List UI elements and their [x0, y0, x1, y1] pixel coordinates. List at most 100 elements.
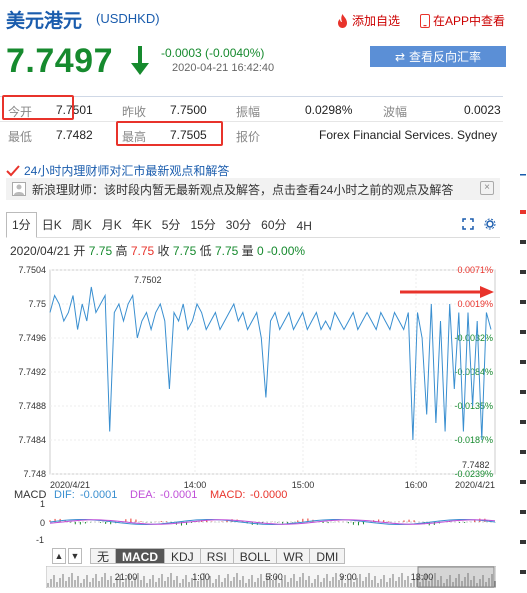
pct-tick-label: 0.0019%	[457, 299, 493, 309]
tab-30min[interactable]: 30分	[221, 216, 256, 237]
indicator-nav: ▲ ▼	[52, 548, 82, 564]
indicator-boll[interactable]: BOLL	[233, 548, 278, 564]
macd-dea-label: DEA:	[130, 489, 156, 501]
ohlc-close-label: 收	[157, 244, 170, 258]
ohlc-low: 7.75	[214, 244, 239, 258]
ohlc-high-label: 高	[115, 244, 128, 258]
indicator-tabs: 无 MACD KDJ RSI BOLL WR DMI	[90, 548, 346, 564]
ohlc-open-label: 开	[73, 244, 86, 258]
macd-macd-value: -0.0000	[250, 489, 287, 501]
add-watchlist-button[interactable]: 添加自选	[336, 12, 400, 29]
indicator-kdj[interactable]: KDJ	[165, 548, 201, 564]
indicator-dmi[interactable]: DMI	[310, 548, 346, 564]
settings-icon[interactable]	[484, 218, 496, 230]
y-tick-label: 7.7484	[18, 435, 46, 445]
advisor-info-text: 24小时内理财师对汇市最新观点和解答	[24, 164, 230, 178]
tab-15min[interactable]: 15分	[185, 216, 220, 237]
x-tick-label: 2020/4/21	[455, 480, 495, 490]
phone-icon	[420, 13, 430, 28]
close-icon[interactable]: ×	[480, 181, 494, 195]
stats-table: 今开 7.7501 昨收 7.7500 振幅 0.0298% 波幅 0.0023…	[0, 95, 503, 148]
price-series-line	[49, 286, 492, 441]
highlight-high-box	[116, 121, 223, 146]
instrument-code: (USDHKD)	[96, 11, 160, 26]
volatility-value: 0.0023	[464, 103, 501, 117]
indicator-none[interactable]: 无	[90, 548, 117, 564]
quote-datetime: 2020-04-21 16:42:40	[172, 62, 275, 74]
macd-dif-value: -0.0001	[80, 489, 117, 501]
macd-panel: MACD DIF: -0.0001 DEA: -0.0001 MACD: -0.…	[14, 489, 496, 545]
macd-macd-label: MACD:	[210, 489, 245, 501]
indicator-macd[interactable]: MACD	[116, 548, 166, 564]
ohlc-high: 7.75	[130, 244, 155, 258]
macd-dif-label: DIF:	[54, 489, 75, 501]
range-overview[interactable]: 21:00 1:00 5:00 9:00 13:00	[46, 566, 496, 588]
macd-ytick-1: 1	[40, 499, 45, 509]
overview-tick-label: 21:00	[115, 572, 138, 582]
pct-tick-label: -0.0239%	[454, 469, 493, 479]
tab-60min[interactable]: 60分	[256, 216, 291, 237]
y-tick-label: 7.7496	[18, 333, 46, 343]
arrow-up-icon[interactable]: ▲	[52, 548, 66, 564]
swap-icon: ⇄	[394, 49, 406, 64]
indicator-rsi[interactable]: RSI	[200, 548, 234, 564]
ohlc-close: 7.75	[172, 244, 197, 258]
pct-tick-label: 0.0071%	[457, 265, 493, 275]
open-in-app-label: 在APP中查看	[433, 14, 506, 28]
fire-icon	[338, 13, 347, 28]
quote-source-value: Forex Financial Services. Sydney	[319, 128, 498, 142]
trend-arrow-icon	[400, 286, 494, 298]
amplitude-value: 0.0298%	[305, 103, 353, 117]
low-label: 最低	[8, 130, 33, 144]
quote-source-label: 报价	[236, 130, 261, 144]
fullscreen-icon[interactable]	[462, 218, 474, 230]
highlight-open-box	[2, 95, 74, 120]
arrow-down-icon	[131, 46, 149, 75]
tab-weekly[interactable]: 周K	[67, 216, 97, 237]
y-tick-label: 7.7492	[18, 367, 46, 377]
y-tick-label: 7.7504	[18, 265, 46, 275]
pct-tick-label: -0.0187%	[454, 435, 493, 445]
y-axis-ticks: 7.7504 7.75 7.7496 7.7492 7.7488 7.7484 7.748	[18, 265, 46, 479]
tab-5min[interactable]: 5分	[157, 216, 186, 237]
instrument-name: 美元港元	[6, 11, 83, 32]
tab-1min[interactable]: 1分	[6, 212, 37, 238]
indicator-wr[interactable]: WR	[277, 548, 311, 564]
tab-4h[interactable]: 4H	[292, 219, 317, 237]
amplitude-label: 振幅	[236, 105, 261, 119]
open-in-app-button[interactable]: 在APP中查看	[420, 12, 505, 29]
advisor-notice[interactable]: 新浪理财师：该时段内暂无最新观点及解答，点击查看24小时之前的观点及解答 ×	[6, 178, 500, 200]
tab-monthly[interactable]: 月K	[97, 216, 127, 237]
ohlc-open: 7.75	[88, 244, 113, 258]
low-value: 7.7482	[56, 128, 93, 142]
price-change: -0.0003 (-0.0040%)	[161, 46, 265, 60]
pct-axis-ticks: 0.0071%0.0019%-0.0032%-0.0084%-0.0135%-0…	[454, 265, 493, 479]
reverse-rate-button[interactable]: ⇄ 查看反向汇率	[370, 46, 506, 67]
overview-tick-label: 9:00	[339, 572, 357, 582]
pct-tick-label: -0.0135%	[454, 401, 493, 411]
side-fragment	[518, 170, 527, 590]
overview-tick-label: 1:00	[192, 572, 210, 582]
y-tick-label: 7.75	[28, 299, 46, 309]
arrow-down-small-icon[interactable]: ▼	[68, 548, 82, 564]
add-watchlist-label: 添加自选	[352, 14, 401, 28]
check-trend-icon	[6, 164, 20, 176]
chart-tool-icons	[462, 218, 496, 230]
overview-tick-label: 13:00	[411, 572, 434, 582]
x-tick-label: 15:00	[292, 480, 315, 490]
advisor-info-link[interactable]: 24小时内理财师对汇市最新观点和解答	[6, 162, 500, 179]
price-chart[interactable]: 7.75047.757.74967.74927.74887.74847.748 …	[0, 258, 518, 548]
macd-ytick-0: 0	[40, 518, 45, 528]
advisor-notice-text: 新浪理财师：该时段内暂无最新观点及解答，点击查看24小时之前的观点及解答	[32, 182, 454, 197]
avatar-icon	[12, 182, 26, 196]
macd-dea-value: -0.0001	[160, 489, 197, 501]
stats-divider	[0, 121, 503, 122]
prev-close-label: 昨收	[122, 105, 147, 119]
ohlc-low-label: 低	[199, 244, 212, 258]
tab-yearly[interactable]: 年K	[127, 216, 157, 237]
tab-daily[interactable]: 日K	[37, 216, 67, 237]
title-row: 美元港元 (USDHKD) 添加自选 在APP中查看	[6, 6, 506, 36]
pct-tick-label: -0.0084%	[454, 367, 493, 377]
ohlc-change: -0.00%	[267, 244, 306, 258]
reverse-rate-label: 查看反向汇率	[409, 50, 482, 64]
